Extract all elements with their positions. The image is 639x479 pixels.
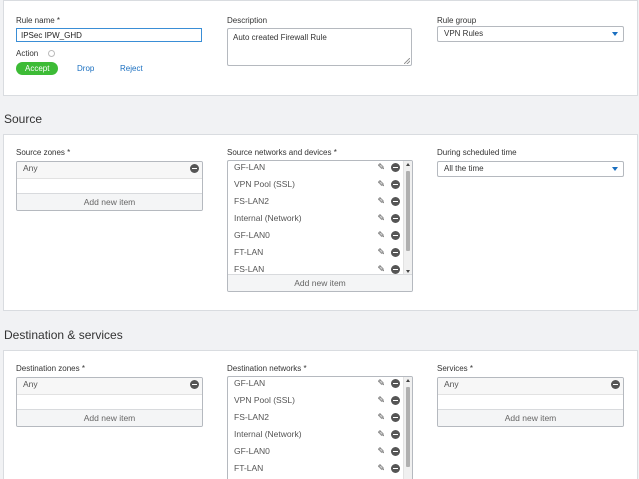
info-icon <box>48 50 55 57</box>
pencil-icon[interactable]: ✎ <box>377 463 385 474</box>
services-add-button[interactable]: Add new item <box>438 409 623 426</box>
pencil-icon[interactable]: ✎ <box>377 247 385 258</box>
pencil-icon[interactable]: ✎ <box>377 446 385 457</box>
rule-group-select[interactable]: VPN Rules <box>437 26 624 42</box>
pencil-icon[interactable]: ✎ <box>377 162 385 173</box>
remove-icon[interactable] <box>391 447 400 456</box>
source-network-item: GF-LAN0 ✎ <box>228 229 403 246</box>
pencil-icon[interactable]: ✎ <box>377 395 385 406</box>
pencil-icon[interactable]: ✎ <box>377 230 385 241</box>
pencil-icon[interactable]: ✎ <box>377 378 385 389</box>
description-label: Description <box>227 16 268 25</box>
source-networks-add-button[interactable]: Add new item <box>228 274 412 291</box>
source-network-item: VPN Pool (SSL) ✎ <box>228 178 403 195</box>
services-list: Any Add new item <box>437 377 624 427</box>
pencil-icon[interactable]: ✎ <box>377 196 385 207</box>
source-networks-label: Source networks and devices * <box>227 148 337 157</box>
source-zones-label: Source zones * <box>16 148 71 157</box>
resize-grip-icon[interactable] <box>404 58 410 64</box>
destination-network-item: VPN Pool (SSL) ✎ <box>228 394 403 411</box>
pencil-icon[interactable]: ✎ <box>377 429 385 440</box>
destination-network-item: GF-LAN0 ✎ <box>228 445 403 462</box>
description-textarea[interactable]: Auto created Firewall Rule <box>227 28 412 66</box>
remove-icon[interactable] <box>391 248 400 257</box>
remove-icon[interactable] <box>391 396 400 405</box>
drop-button[interactable]: Drop <box>68 62 103 75</box>
destination-zones-list: Any Add new item <box>16 377 203 427</box>
remove-icon[interactable] <box>391 413 400 422</box>
source-section-title: Source <box>4 112 43 126</box>
source-zone-item: Any <box>17 162 202 179</box>
scroll-down-icon[interactable] <box>406 270 410 273</box>
remove-icon[interactable] <box>611 380 620 389</box>
scroll-up-icon[interactable] <box>406 379 410 382</box>
source-network-item: FT-LAN ✎ <box>228 246 403 263</box>
destination-zones-label: Destination zones * <box>16 364 85 373</box>
rule-group-value: VPN Rules <box>444 29 484 38</box>
pencil-icon[interactable]: ✎ <box>377 179 385 190</box>
pencil-icon[interactable]: ✎ <box>377 213 385 224</box>
chevron-down-icon <box>612 32 618 36</box>
rule-name-label: Rule name * <box>16 16 61 25</box>
rule-group-label: Rule group <box>437 16 477 25</box>
service-item: Any <box>438 378 623 395</box>
remove-icon[interactable] <box>391 379 400 388</box>
destination-zones-add-button[interactable]: Add new item <box>17 409 202 426</box>
remove-icon[interactable] <box>391 464 400 473</box>
schedule-select[interactable]: All the time <box>437 161 624 177</box>
source-network-item: FS-LAN2 ✎ <box>228 195 403 212</box>
destination-zone-item: Any <box>17 378 202 395</box>
source-zones-add-button[interactable]: Add new item <box>17 193 202 210</box>
action-label: Action <box>16 49 39 58</box>
scroll-thumb[interactable] <box>406 171 410 251</box>
schedule-value: All the time <box>444 164 484 173</box>
source-network-item: GF-LAN ✎ <box>228 161 403 178</box>
source-zone-label: Any <box>23 163 38 173</box>
accept-button[interactable]: Accept <box>16 62 59 75</box>
remove-icon[interactable] <box>391 197 400 206</box>
destination-section-title: Destination & services <box>4 328 123 342</box>
source-zones-list: Any Add new item <box>16 161 203 211</box>
remove-icon[interactable] <box>190 164 199 173</box>
remove-icon[interactable] <box>190 380 199 389</box>
chevron-down-icon <box>612 167 618 171</box>
scroll-up-icon[interactable] <box>406 163 410 166</box>
source-networks-scrollbar[interactable] <box>403 161 412 275</box>
source-network-item: Internal (Network) ✎ <box>228 212 403 229</box>
source-networks-list: GF-LAN ✎ VPN Pool (SSL) ✎ FS-LAN2 ✎ Interna… <box>227 160 413 292</box>
services-label: Services * <box>437 364 474 373</box>
remove-icon[interactable] <box>391 163 400 172</box>
destination-network-item: Internal (Network) ✎ <box>228 428 403 445</box>
pencil-icon[interactable]: ✎ <box>377 412 385 423</box>
remove-icon[interactable] <box>391 214 400 223</box>
remove-icon[interactable] <box>391 265 400 274</box>
remove-icon[interactable] <box>391 231 400 240</box>
scroll-thumb[interactable] <box>406 387 410 467</box>
destination-networks-list: GF-LAN ✎ VPN Pool (SSL) ✎ FS-LAN2 ✎ Interna… <box>227 376 413 479</box>
destination-networks-scrollbar[interactable] <box>403 377 412 479</box>
schedule-label: During scheduled time <box>437 148 517 157</box>
destination-network-item: GF-LAN ✎ <box>228 377 403 394</box>
description-text: Auto created Firewall Rule <box>233 33 327 42</box>
destination-network-item: FT-LAN ✎ <box>228 462 403 479</box>
destination-network-item: FS-LAN2 ✎ <box>228 411 403 428</box>
reject-button[interactable]: Reject <box>111 62 152 75</box>
remove-icon[interactable] <box>391 180 400 189</box>
remove-icon[interactable] <box>391 430 400 439</box>
destination-networks-label: Destination networks * <box>227 364 307 373</box>
rule-name-input[interactable] <box>16 28 202 42</box>
